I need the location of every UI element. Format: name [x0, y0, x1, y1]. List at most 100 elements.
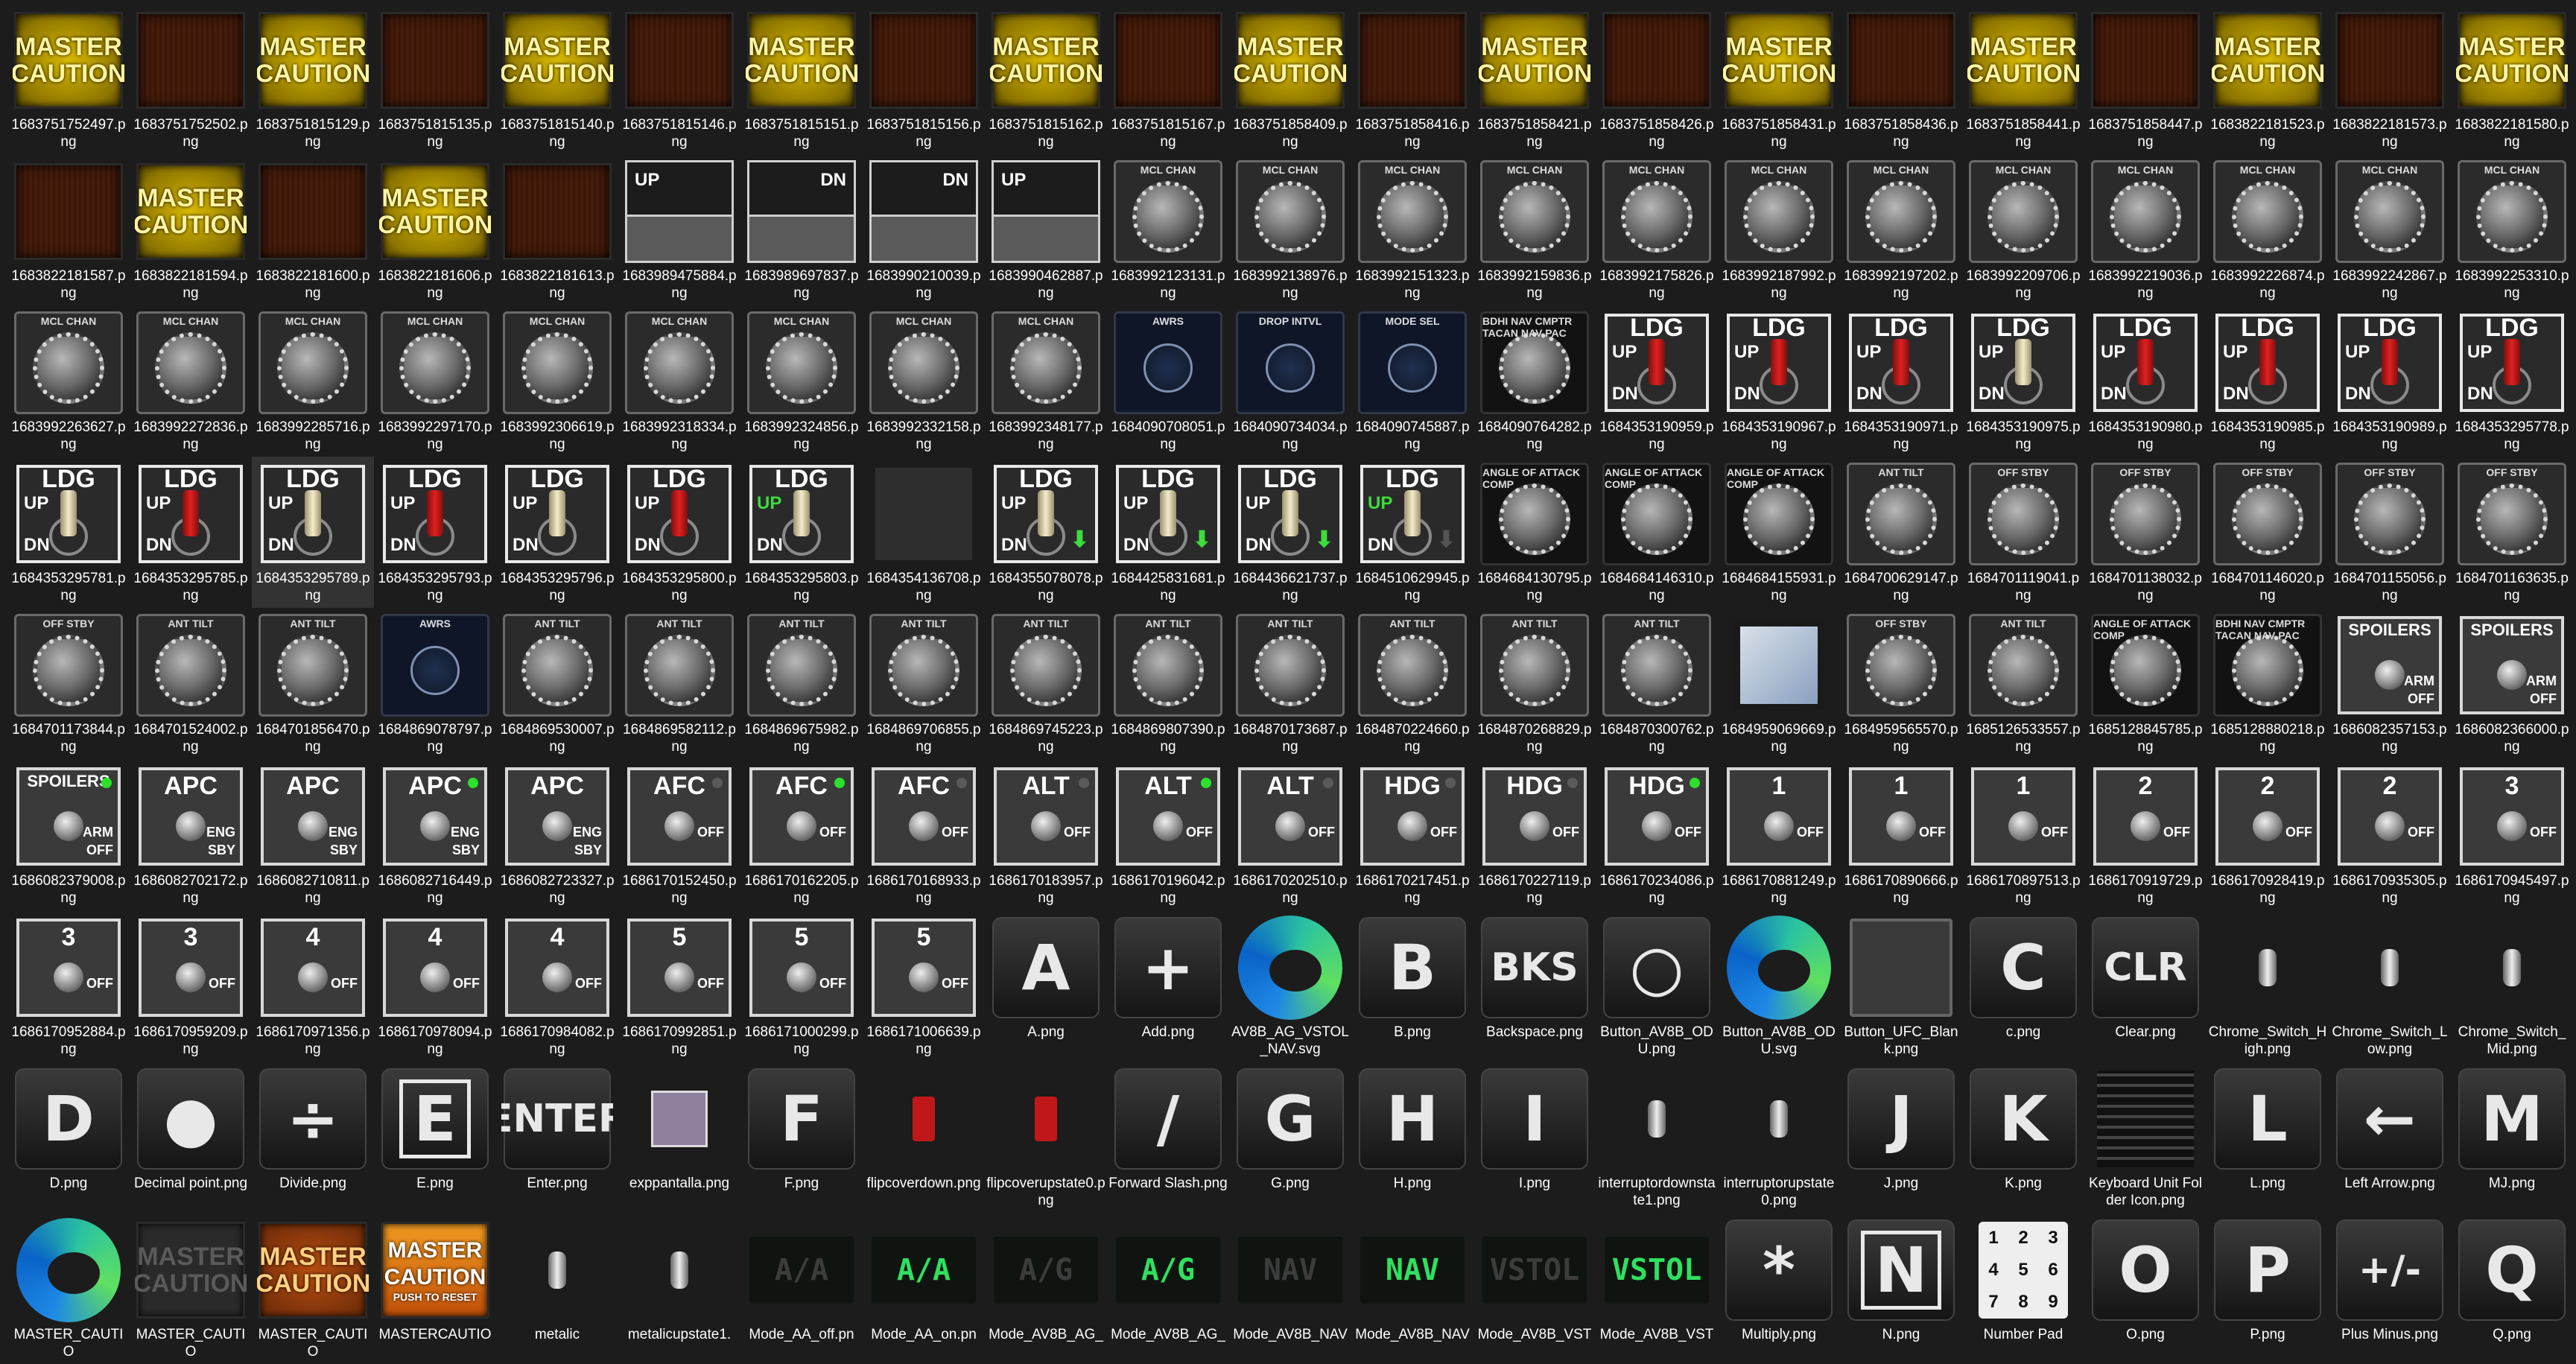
file-item[interactable]: APC ENG SBY 1686082710811.png — [252, 759, 374, 910]
file-item[interactable]: 1 2 3 4 5 6 7 8 9 Number Pad — [1962, 1213, 2084, 1364]
file-item[interactable]: 2 OFF 1686170928419.png — [2207, 759, 2329, 910]
file-item[interactable]: ANT TILT 1684869582112.png — [618, 608, 740, 759]
file-item[interactable]: MASTER CAUTION 1683822181580.png — [2451, 3, 2573, 154]
file-item[interactable]: DN 1683990210039.png — [863, 154, 985, 305]
file-item[interactable]: LDG UP DN 1684353295803.png — [740, 457, 863, 608]
file-item[interactable]: I I.png — [1473, 1062, 1596, 1213]
file-item[interactable]: * Multiply.png — [1718, 1213, 1840, 1364]
file-item[interactable]: VSTOL Mode_AV8B_VST — [1596, 1213, 1718, 1364]
file-item[interactable]: AFC OFF 1686170162205.png — [740, 759, 863, 910]
file-item[interactable]: LDG UP DN 1684353190971.png — [1840, 305, 1962, 457]
file-item[interactable]: MCL CHAN 1683992272836.png — [130, 305, 252, 457]
file-item[interactable]: 1683751815135.png — [374, 3, 496, 154]
file-item[interactable]: MCL CHAN 1683992197202.png — [1840, 154, 1962, 305]
file-item[interactable]: MCL CHAN 1683992324856.png — [740, 305, 863, 457]
file-item[interactable]: 1 OFF 1686170897513.png — [1962, 759, 2084, 910]
file-item[interactable]: MCL CHAN 1683992151323.png — [1351, 154, 1473, 305]
file-item[interactable]: MASTER CAUTION 1683751858441.png — [1962, 3, 2084, 154]
file-item[interactable]: DN 1683989697837.png — [740, 154, 863, 305]
file-item[interactable]: 4 OFF 1686170971356.png — [252, 910, 374, 1062]
file-item[interactable]: 1684354136708.png — [863, 457, 985, 608]
file-item[interactable]: AWRS 1684869078797.png — [374, 608, 496, 759]
file-item[interactable]: AFC OFF 1686170152450.png — [618, 759, 740, 910]
file-item[interactable]: N N.png — [1840, 1213, 1962, 1364]
file-item[interactable]: AWRS 1684090708051.png — [1107, 305, 1229, 457]
file-item[interactable]: 1 OFF 1686170881249.png — [1718, 759, 1840, 910]
file-item[interactable]: Button_UFC_Blank.png — [1840, 910, 1962, 1062]
file-item[interactable]: flipcoverdown.png — [863, 1062, 985, 1213]
file-item[interactable]: G G.png — [1229, 1062, 1351, 1213]
file-item[interactable]: / Forward Slash.png — [1107, 1062, 1229, 1213]
file-item[interactable]: SPOILERS ARM OFF 1686082379008.png — [7, 759, 130, 910]
file-item[interactable]: Keyboard Unit Folder Icon.png — [2084, 1062, 2207, 1213]
file-item[interactable]: LDG UP DN 1684353295800.png — [618, 457, 740, 608]
file-item[interactable]: ANT TILT 1684869530007.png — [496, 608, 618, 759]
file-item[interactable]: K K.png — [1962, 1062, 2084, 1213]
file-item[interactable]: ANT TILT 1684870268829.png — [1473, 608, 1596, 759]
file-item[interactable]: APC ENG SBY 1686082716449.png — [374, 759, 496, 910]
file-item[interactable]: Button_AV8B_ODU.svg — [1718, 910, 1840, 1062]
file-item[interactable]: 5 OFF 1686171006639.png — [863, 910, 985, 1062]
file-item[interactable]: OFF STBY 1684701155056.png — [2329, 457, 2451, 608]
file-item[interactable]: 1684959069669.png — [1718, 608, 1840, 759]
file-item[interactable]: LDG UP DN 1684353190985.png — [2207, 305, 2329, 457]
file-item[interactable]: ANT TILT 1684869745223.png — [985, 608, 1107, 759]
file-item[interactable]: A/A Mode_AA_on.pn — [863, 1213, 985, 1364]
file-item[interactable]: HDG OFF 1686170217451.png — [1351, 759, 1473, 910]
file-item[interactable]: HDG OFF 1686170227119.png — [1473, 759, 1596, 910]
file-item[interactable]: LDG UP DN 1684353190967.png — [1718, 305, 1840, 457]
file-item[interactable]: AFC OFF 1686170168933.png — [863, 759, 985, 910]
file-item[interactable]: MCL CHAN 1683992297170.png — [374, 305, 496, 457]
file-item[interactable]: D D.png — [7, 1062, 130, 1213]
file-item[interactable]: A A.png — [985, 910, 1107, 1062]
file-item[interactable]: ANGLE OF ATTACK COMP 1685128845785.png — [2084, 608, 2207, 759]
file-item[interactable]: NAV Mode_AV8B_NAV — [1351, 1213, 1473, 1364]
file-item[interactable]: ANT TILT 1684869807390.png — [1107, 608, 1229, 759]
file-item[interactable]: BKS Backspace.png — [1473, 910, 1596, 1062]
file-item[interactable]: 1683822181573.png — [2329, 3, 2451, 154]
file-item[interactable]: 3 OFF 1686170959209.png — [130, 910, 252, 1062]
file-item[interactable]: SPOILERS ARM OFF 1686082366000.png — [2451, 608, 2573, 759]
file-item[interactable]: 3 OFF 1686170945497.png — [2451, 759, 2573, 910]
file-item[interactable]: 1683751815167.png — [1107, 3, 1229, 154]
file-item[interactable]: interruptorupstate0.png — [1718, 1062, 1840, 1213]
file-item[interactable]: exppantalla.png — [618, 1062, 740, 1213]
file-item[interactable]: MCL CHAN 1683992242867.png — [2329, 154, 2451, 305]
file-item[interactable]: ANT TILT 1684870173687.png — [1229, 608, 1351, 759]
file-item[interactable]: LDG UP DN 1684353295796.png — [496, 457, 618, 608]
file-item[interactable]: 2 OFF 1686170935305.png — [2329, 759, 2451, 910]
file-item[interactable]: MCL CHAN 1683992226874.png — [2207, 154, 2329, 305]
file-item[interactable]: LDG UP DN 1684353190980.png — [2084, 305, 2207, 457]
file-item[interactable]: Q Q.png — [2451, 1213, 2573, 1364]
file-item[interactable]: ANGLE OF ATTACK COMP 1684684155931.png — [1718, 457, 1840, 608]
file-item[interactable]: SPOILERS ARM OFF 1686082357153.png — [2329, 608, 2451, 759]
file-item[interactable]: LDG UP DN 1684353295781.png — [7, 457, 130, 608]
file-item[interactable]: NAV Mode_AV8B_NAV — [1229, 1213, 1351, 1364]
file-item[interactable]: MASTER CAUTION 1683751858409.png — [1229, 3, 1351, 154]
file-item[interactable]: ANT TILT 1684869675982.png — [740, 608, 863, 759]
file-item[interactable]: MCL CHAN 1683992332158.png — [863, 305, 985, 457]
file-item[interactable]: LDG UP DN ⬇ 1684355078078.png — [985, 457, 1107, 608]
file-item[interactable]: MCL CHAN 1683992219036.png — [2084, 154, 2207, 305]
file-item[interactable]: Cc.png — [1962, 910, 2084, 1062]
file-item[interactable]: LDG UP DN 1684353295778.png — [2451, 305, 2573, 457]
file-item[interactable]: OFF STBY 1684701163635.png — [2451, 457, 2573, 608]
file-item[interactable]: MCL CHAN 1683992187992.png — [1718, 154, 1840, 305]
file-item[interactable]: metalic — [496, 1213, 618, 1364]
file-item[interactable]: 1683751858416.png — [1351, 3, 1473, 154]
file-item[interactable]: CLR Clear.png — [2084, 910, 2207, 1062]
file-item[interactable]: ANT TILT 1685126533557.png — [1962, 608, 2084, 759]
file-item[interactable]: LDG UP DN 1684353190975.png — [1962, 305, 2084, 457]
file-item[interactable]: LDG UP DN 1684353295789.png — [252, 457, 374, 608]
file-item[interactable]: O O.png — [2084, 1213, 2207, 1364]
file-item[interactable]: ANT TILT 1684869706855.png — [863, 608, 985, 759]
file-item[interactable]: MCL CHAN 1683992209706.png — [1962, 154, 2084, 305]
file-item[interactable]: MASTER_CAUTIO — [7, 1213, 130, 1364]
file-item[interactable]: 4 OFF 1686170978094.png — [374, 910, 496, 1062]
file-item[interactable]: MASTER CAUTION MASTER_CAUTIO — [130, 1213, 252, 1364]
file-item[interactable]: MCL CHAN 1683992159836.png — [1473, 154, 1596, 305]
file-item[interactable]: ANT TILT 1684700629147.png — [1840, 457, 1962, 608]
file-item[interactable]: MASTER CAUTION 1683822181606.png — [374, 154, 496, 305]
file-item[interactable]: MASTER CAUTION 1683822181594.png — [130, 154, 252, 305]
file-item[interactable]: MASTER CAUTION 1683751815140.png — [496, 3, 618, 154]
